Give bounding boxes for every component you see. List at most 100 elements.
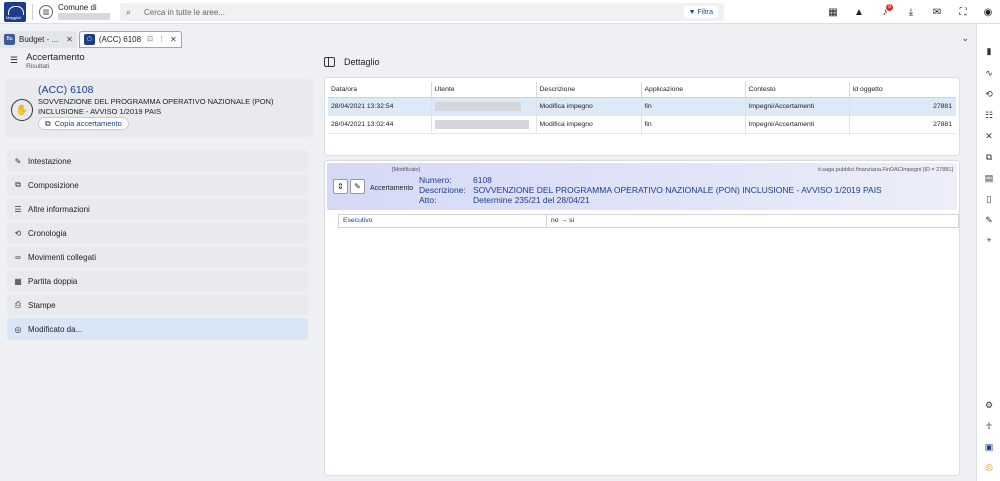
edit-doc-icon[interactable]: ✎ bbox=[977, 215, 1000, 226]
column-header[interactable]: Descrizione bbox=[536, 82, 642, 98]
record-code: (ACC) 6108 bbox=[38, 84, 94, 96]
descrizione-value: SOVVENZIONE DEL PROGRAMMA OPERATIVO NAZI… bbox=[473, 185, 882, 195]
record-description-line2: INCLUSIONE - AVVISO 1/2019 PAIS bbox=[38, 107, 162, 116]
column-header[interactable]: Id oggetto bbox=[849, 82, 956, 98]
table-row[interactable]: 28/04/2021 13:02:44 Modifica impegno fin… bbox=[328, 115, 956, 134]
add-icon[interactable]: + bbox=[977, 235, 1000, 245]
fullscreen-icon[interactable]: ⛶ bbox=[950, 7, 976, 18]
link-icon: ∞ bbox=[15, 252, 21, 262]
audit-table: Data/ora Utente Descrizione Applicazione… bbox=[328, 82, 956, 134]
warning-icon[interactable]: ▲ bbox=[846, 7, 872, 18]
document-icon: ▢ bbox=[83, 33, 95, 45]
modified-tag: [Modificato] bbox=[392, 167, 421, 173]
checklist-icon[interactable]: ☷ bbox=[977, 110, 1000, 121]
history-icon[interactable]: ⟲ bbox=[977, 89, 1000, 100]
dashboard-icon[interactable]: ▦ bbox=[820, 7, 846, 18]
nav-item-label: Cronologia bbox=[28, 228, 67, 238]
tabs-row: Bu Budget - ... ✕ ▢ (ACC) 6108 ⊡ ⋮ ✕ bbox=[0, 30, 975, 48]
nav-item-intestazione[interactable]: ✎ Intestazione bbox=[7, 150, 308, 172]
nav-item-modificato-da[interactable]: ◎ Modificato da... bbox=[7, 318, 308, 340]
bell-icon[interactable]: ♪ 9 bbox=[872, 3, 898, 18]
search-bar[interactable]: ⌕ Cerca in tutte le aree... ▼ Filtra bbox=[120, 3, 724, 21]
chat-icon[interactable]: ▣ bbox=[977, 442, 1000, 453]
column-header[interactable]: Contesto bbox=[745, 82, 850, 98]
pin-icon[interactable]: ⊡ bbox=[147, 35, 153, 43]
toolbar-icons: ▦ ▲ ♪ 9 ⤓ ✉ ⛶ ◉ bbox=[820, 0, 1000, 24]
top-bar: Maggioli ▥ Comune di ⌕ Cerca in tutte le… bbox=[0, 0, 1000, 24]
tab-acc-6108[interactable]: ▢ (ACC) 6108 ⊡ ⋮ ✕ bbox=[78, 30, 182, 48]
nav-item-composizione[interactable]: ⧉ Composizione bbox=[7, 174, 308, 196]
pencil-icon: ✎ bbox=[14, 156, 22, 166]
detail-header: Dettaglio bbox=[324, 55, 380, 69]
panel-toggle-icon[interactable] bbox=[324, 57, 335, 67]
numero-label: Numero: bbox=[419, 175, 452, 185]
copy-accertamento-label: Copia accertamento bbox=[54, 119, 122, 128]
nav-item-stampe[interactable]: ⎙ Stampe bbox=[7, 294, 308, 316]
tab-budget[interactable]: Bu Budget - ... ✕ bbox=[0, 30, 77, 48]
atto-label: Atto: bbox=[419, 195, 437, 205]
record-description-line1: SOVVENZIONE DEL PROGRAMMA OPERATIVO NAZI… bbox=[38, 97, 274, 106]
close-icon[interactable]: ✕ bbox=[66, 35, 73, 44]
cell-utente-redacted bbox=[431, 115, 537, 134]
divider bbox=[32, 3, 33, 20]
note-icon[interactable]: ▤ bbox=[977, 173, 1000, 184]
chevron-down-icon[interactable]: ⌄ bbox=[961, 33, 969, 44]
tab-budget-label: Budget - ... bbox=[19, 34, 59, 44]
cell-data: 28/04/2021 13:02:44 bbox=[328, 115, 432, 134]
panel-subtitle[interactable]: Risultati bbox=[26, 63, 85, 70]
copy-icon: ⧉ bbox=[45, 118, 51, 128]
nav-item-altre-informazioni[interactable]: ☰ Altre informazioni bbox=[7, 198, 308, 220]
search-input[interactable]: Cerca in tutte le aree... bbox=[144, 8, 225, 17]
change-row: Esecutivo no → si bbox=[338, 214, 959, 228]
building-icon[interactable]: ▥ bbox=[39, 4, 53, 19]
comune-label: Comune di bbox=[58, 3, 97, 12]
close-icon[interactable]: ✕ bbox=[170, 35, 177, 44]
filter-button[interactable]: ▼ Filtra bbox=[683, 6, 718, 18]
filter-label: Filtra bbox=[697, 8, 713, 16]
nav-item-label: Altre informazioni bbox=[28, 204, 90, 214]
nav-item-cronologia[interactable]: ⟲ Cronologia bbox=[7, 222, 308, 244]
table-row[interactable]: 28/04/2021 13:32:54 Modifica impegno fin… bbox=[328, 97, 956, 116]
fingerprint-icon: ◎ bbox=[14, 324, 22, 334]
layers-icon: ⧉ bbox=[15, 180, 21, 189]
notification-badge: 9 bbox=[886, 3, 893, 11]
cell-contesto: Impegni/Accertamenti bbox=[745, 115, 850, 134]
trend-icon[interactable]: ∿ bbox=[977, 68, 1000, 79]
download-icon[interactable]: ⤓ bbox=[898, 7, 924, 18]
edit-icon[interactable]: ✎ bbox=[350, 179, 365, 194]
copy-icon[interactable]: ⧉ bbox=[977, 152, 1000, 163]
accessibility-icon[interactable]: ☥ bbox=[977, 421, 1000, 432]
nav-item-label: Intestazione bbox=[28, 156, 72, 166]
help-icon[interactable]: ◎ bbox=[977, 462, 1000, 473]
history-icon: ⟲ bbox=[14, 228, 22, 238]
section-nav: ✎ Intestazione ⧉ Composizione ☰ Altre in… bbox=[7, 150, 308, 342]
atto-row: Atto: Determine 235/21 del 28/04/21 bbox=[419, 195, 590, 205]
tab-acc-label: (ACC) 6108 bbox=[98, 34, 142, 44]
record-type: Accertamento bbox=[370, 185, 414, 192]
change-detail-container: [Modificato] it.saga.pubblici.finanziari… bbox=[324, 160, 960, 476]
gear-icon[interactable]: ⚙ bbox=[977, 400, 1000, 411]
changed-field: Esecutivo bbox=[339, 215, 547, 227]
mail-icon[interactable]: ✉ bbox=[924, 7, 950, 18]
column-header[interactable]: Applicazione bbox=[641, 82, 746, 98]
search-icon: ⌕ bbox=[126, 6, 132, 17]
maggioli-logo[interactable]: Maggioli bbox=[4, 1, 26, 22]
nav-item-movimenti-collegati[interactable]: ∞ Movimenti collegati bbox=[7, 246, 308, 268]
account-icon[interactable]: ◉ bbox=[976, 7, 1000, 18]
changed-value: no → si bbox=[551, 217, 575, 224]
list-icon: ☰ bbox=[14, 204, 22, 214]
comune-selector[interactable]: Comune di bbox=[58, 3, 110, 20]
more-icon[interactable]: ⋮ bbox=[158, 35, 165, 43]
nav-item-partita-doppia[interactable]: ▦ Partita doppia bbox=[7, 270, 308, 292]
copy-accertamento-button[interactable]: ⧉ Copia accertamento bbox=[38, 117, 129, 130]
list-icon[interactable]: ☰ bbox=[10, 55, 18, 66]
document-icon[interactable]: ▯ bbox=[977, 194, 1000, 205]
column-header[interactable]: Data/ora bbox=[328, 82, 432, 98]
column-header[interactable]: Utente bbox=[431, 82, 537, 98]
tools-icon[interactable]: ✕ bbox=[977, 131, 1000, 142]
collapse-icon[interactable]: ⇕ bbox=[333, 179, 348, 194]
nav-item-label: Partita doppia bbox=[28, 276, 78, 286]
book-icon[interactable]: ▮ bbox=[977, 46, 1000, 57]
cell-applicazione: fin bbox=[641, 97, 746, 116]
left-panel-header: ☰ Accertamento Risultati bbox=[0, 52, 316, 74]
